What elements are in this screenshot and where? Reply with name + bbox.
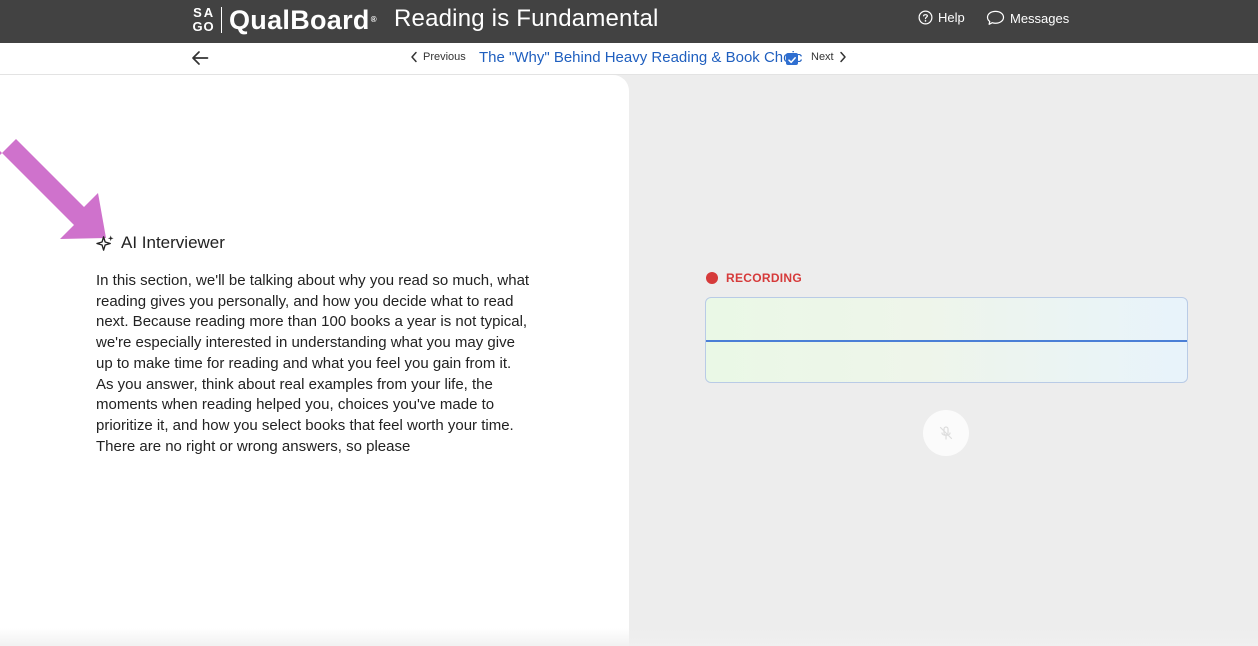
previous-label: Previous <box>423 51 466 63</box>
registered-mark: ® <box>370 15 377 24</box>
qualboard-logo[interactable]: S A G O QualBoard® <box>192 3 377 37</box>
messages-label: Messages <box>1010 10 1070 26</box>
brand-name: QualBoard® <box>229 5 377 35</box>
chat-bubble-icon <box>986 10 1005 25</box>
messages-link[interactable]: Messages <box>986 10 1069 26</box>
help-label: Help <box>938 10 965 25</box>
top-header: S A G O QualBoard® Reading is Fundamenta… <box>0 0 1258 43</box>
sago-logo-mark: S A G O <box>192 5 214 34</box>
previous-button[interactable]: Previous <box>409 51 466 63</box>
microphone-muted-icon <box>939 426 953 440</box>
recording-label: RECORDING <box>726 271 803 285</box>
next-label: Next <box>811 51 834 63</box>
chevron-left-icon <box>411 51 417 63</box>
recording-dot-icon <box>706 272 718 284</box>
bottom-fade <box>0 628 1258 646</box>
live-transcript-box <box>705 297 1188 383</box>
help-circle-icon <box>918 10 933 25</box>
logo-divider <box>221 7 222 33</box>
ai-interviewer-heading: AI Interviewer <box>96 233 225 253</box>
dropdown-check-icon[interactable] <box>786 53 798 65</box>
page-title: Reading is Fundamental <box>394 5 659 32</box>
back-button[interactable] <box>191 50 209 71</box>
ai-interviewer-label: AI Interviewer <box>121 233 225 252</box>
annotation-arrow-icon <box>0 139 106 239</box>
recording-status: RECORDING <box>706 271 802 285</box>
chevron-right-icon <box>839 51 846 63</box>
sparkle-icon <box>96 234 114 251</box>
help-link[interactable]: Help <box>918 10 965 25</box>
next-button[interactable]: Next <box>811 51 848 63</box>
section-navigation: Previous The "Why" Behind Heavy Reading … <box>0 43 1258 75</box>
interviewer-prompt-text: In this section, we'll be talking about … <box>96 272 530 455</box>
arrow-left-icon <box>192 51 209 65</box>
microphone-toggle-button[interactable] <box>923 410 969 456</box>
section-title-dropdown[interactable]: The "Why" Behind Heavy Reading & Book Ch… <box>479 49 802 66</box>
transcript-divider <box>706 340 1187 342</box>
